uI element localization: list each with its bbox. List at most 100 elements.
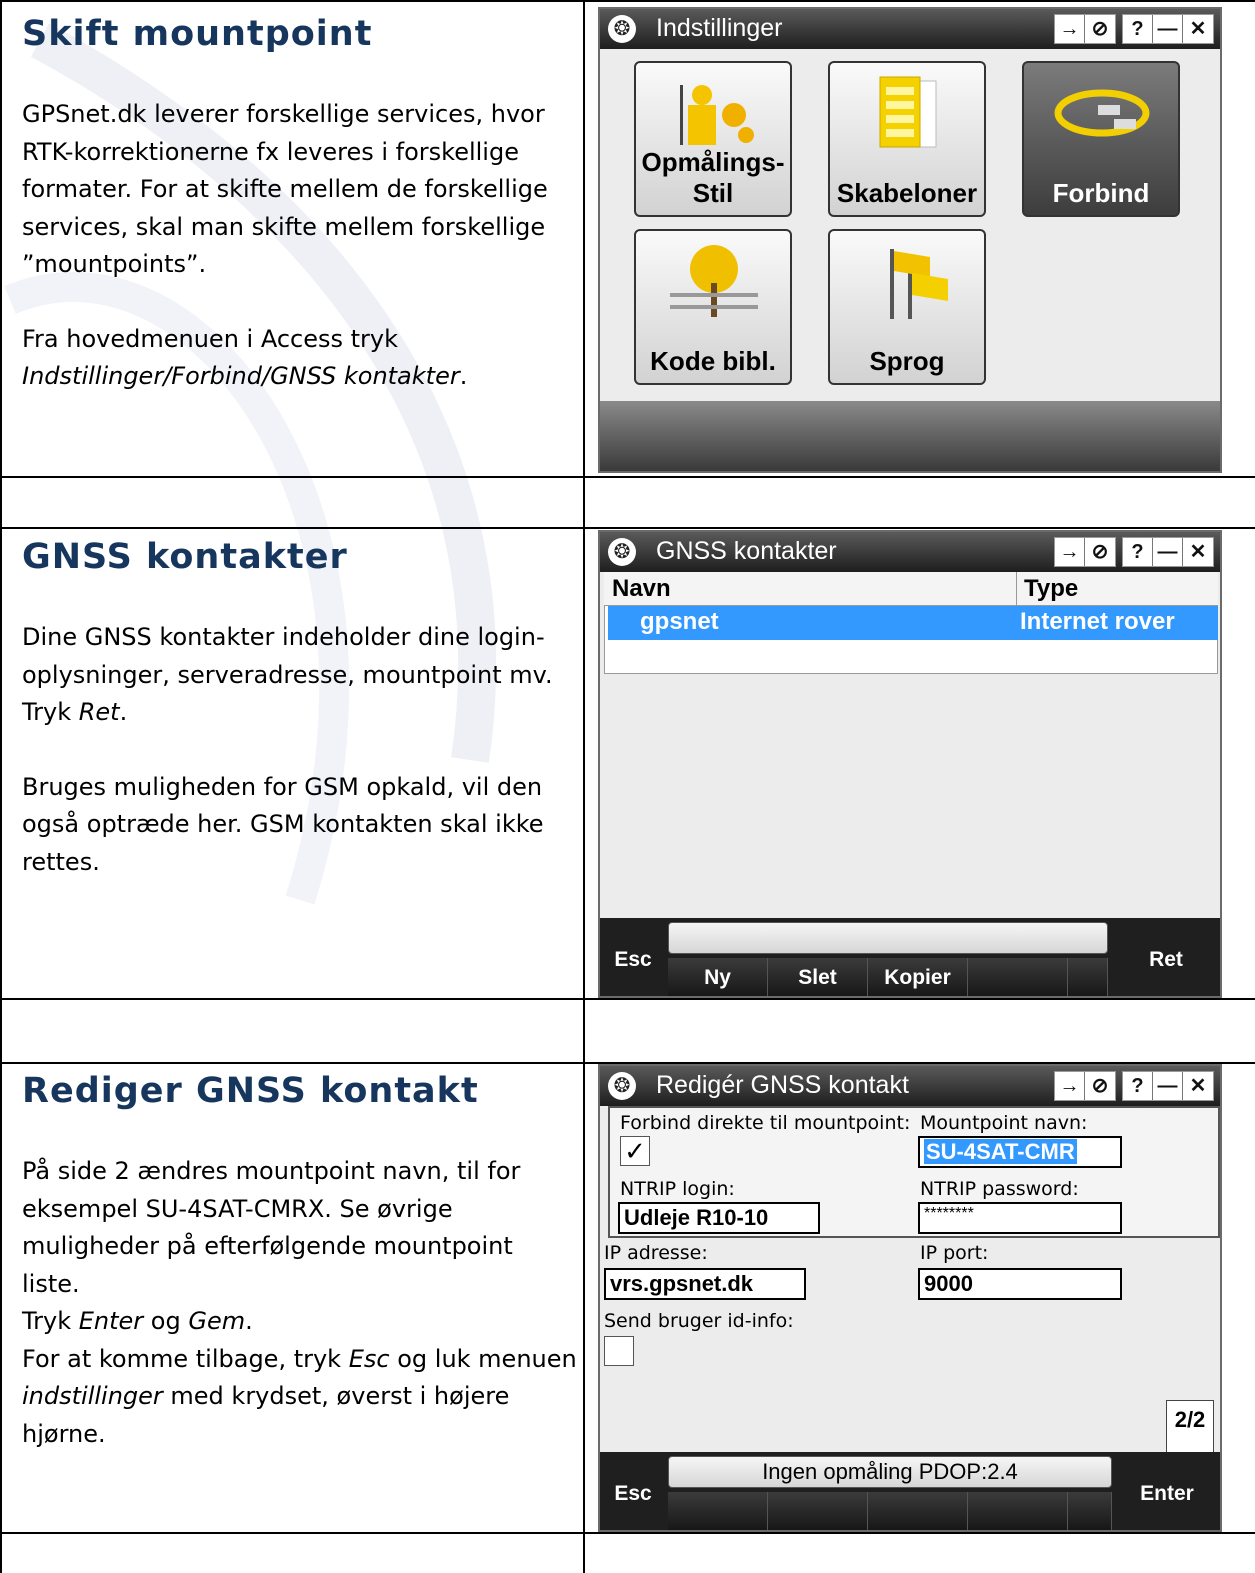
table-row-line — [0, 476, 1255, 478]
softkey-empty — [1068, 1492, 1112, 1530]
trimble-logo-icon: ❂ — [608, 1072, 636, 1100]
help-icon[interactable]: ? — [1123, 1072, 1153, 1100]
softkey-empty — [768, 1492, 868, 1530]
column-header-navn[interactable]: Navn — [612, 575, 671, 603]
direct-mountpoint-checkbox[interactable]: ✓ — [620, 1136, 650, 1166]
mountpoint-name-field[interactable]: SU-4SAT-CMR — [918, 1136, 1122, 1168]
section-paragraph: På side 2 ændres mountpoint navn, til fo… — [22, 1157, 521, 1298]
status-bar: Ingen opmåling PDOP:2.4 — [668, 1456, 1112, 1488]
menu-path: Indstillinger/Forbind/GNSS kontakter — [22, 362, 460, 390]
window-title: Redigér GNSS kontakt — [656, 1071, 909, 1099]
softkey-bar: Ingen opmåling PDOP:2.4 Esc Enter — [600, 1452, 1220, 1530]
section-paragraph: Fra hovedmenuen i Access tryk Indstillin… — [22, 324, 468, 391]
window-title: GNSS kontakter — [656, 537, 837, 565]
ip-address-field[interactable]: vrs.gpsnet.dk — [604, 1268, 806, 1300]
language-flags-icon — [890, 249, 948, 319]
tile-opmalings-stil[interactable]: Opmålings- Stil — [634, 61, 792, 217]
softkey-empty — [668, 1492, 768, 1530]
titlebar: ❂ GNSS kontakter → ⊘ ? — ✕ — [600, 532, 1220, 572]
ntrip-login-label: NTRIP login: — [620, 1178, 735, 1200]
table-border-left — [0, 0, 2, 1573]
switch-to-icon[interactable]: → — [1055, 1072, 1085, 1100]
minimize-icon[interactable]: — — [1153, 538, 1183, 566]
softkey-empty — [868, 1492, 968, 1530]
mountpoint-name-label: Mountpoint navn: — [920, 1112, 1088, 1134]
ret-button[interactable]: Ret — [1110, 948, 1220, 972]
softkey-bar: Esc Ny Slet Kopier Ret — [600, 918, 1220, 996]
section-paragraph: Tryk Enter og Gem. — [22, 1307, 253, 1335]
indstillinger-window: ❂ Indstillinger → ⊘ ? — ✕ Opmålings- Sti… — [598, 7, 1222, 473]
esc-button[interactable]: Esc — [600, 948, 666, 972]
switch-to-icon[interactable]: → — [1055, 15, 1085, 43]
favorites-icon[interactable]: ⊘ — [1085, 538, 1115, 566]
list-row-gpsnet[interactable]: gpsnet Internet rover — [608, 606, 1218, 640]
minimize-icon[interactable]: — — [1153, 1072, 1183, 1100]
switch-to-icon[interactable]: → — [1055, 538, 1085, 566]
ip-port-field[interactable]: 9000 — [918, 1268, 1122, 1300]
section-heading: Skift mountpoint — [22, 14, 373, 54]
window-title: Indstillinger — [656, 14, 783, 42]
favorites-icon[interactable]: ⊘ — [1085, 1072, 1115, 1100]
section-skift-mountpoint: Skift mountpoint GPSnet.dk leverer forsk… — [22, 14, 577, 396]
row-name: gpsnet — [640, 608, 719, 635]
status-bar — [668, 922, 1108, 954]
table-row-line — [0, 1532, 1255, 1534]
send-user-id-checkbox[interactable] — [604, 1336, 634, 1366]
enter-button[interactable]: Enter — [1112, 1482, 1220, 1506]
section-paragraph: Tryk Ret. — [22, 698, 128, 726]
close-icon[interactable]: ✕ — [1183, 538, 1213, 566]
section-paragraph: Dine GNSS kontakter indeholder dine logi… — [22, 623, 553, 689]
softkey-empty — [968, 958, 1068, 996]
table-divider-vertical — [583, 0, 585, 1573]
tile-label: Kode bibl. — [650, 346, 776, 376]
templates-icon — [879, 76, 937, 148]
minimize-icon[interactable]: — — [1153, 15, 1183, 43]
favorites-icon[interactable]: ⊘ — [1085, 15, 1115, 43]
titlebar-buttons: → ⊘ ? — ✕ — [1054, 14, 1214, 44]
softkey-slet[interactable]: Slet — [768, 958, 868, 996]
close-icon[interactable]: ✕ — [1183, 1072, 1213, 1100]
table-border-top — [0, 0, 1255, 2]
ip-port-label: IP port: — [920, 1242, 989, 1264]
section-heading: GNSS kontakter — [22, 537, 348, 577]
table-row-line — [0, 998, 1255, 1000]
titlebar: ❂ Indstillinger → ⊘ ? — ✕ — [600, 9, 1220, 49]
tile-skabeloner[interactable]: Skabeloner — [828, 61, 986, 217]
softkey-ny[interactable]: Ny — [668, 958, 768, 996]
tile-label: Stil — [692, 178, 734, 208]
tile-label: Forbind — [1052, 178, 1150, 208]
esc-button[interactable]: Esc — [600, 1482, 666, 1506]
section-paragraph: For at komme tilbage, tryk Esc og luk me… — [22, 1344, 577, 1448]
softkey-kopier[interactable]: Kopier — [868, 958, 968, 996]
tile-kode-bibl[interactable]: Kode bibl. — [634, 229, 792, 385]
tile-sprog[interactable]: Sprog — [828, 229, 986, 385]
titlebar-buttons: → ⊘ ? — ✕ — [1054, 537, 1214, 567]
titlebar-buttons: → ⊘ ? — ✕ — [1054, 1071, 1214, 1101]
gnss-kontakter-window: ❂ GNSS kontakter → ⊘ ? — ✕ Navn Type gps… — [598, 530, 1222, 998]
feature-library-tree-icon — [670, 245, 758, 317]
list-header: Navn Type — [604, 572, 1218, 606]
column-header-type[interactable]: Type — [1024, 575, 1078, 603]
tile-label: Opmålings- — [641, 147, 785, 177]
help-icon[interactable]: ? — [1123, 15, 1153, 43]
usb-cable-icon — [1054, 89, 1150, 137]
table-row-line — [0, 527, 1255, 529]
help-icon[interactable]: ? — [1123, 538, 1153, 566]
ntrip-login-field[interactable]: Udleje R10-10 — [618, 1202, 820, 1234]
ntrip-password-label: NTRIP password: — [920, 1178, 1079, 1200]
page-indicator-button[interactable]: 2/2 — [1166, 1400, 1214, 1454]
section-paragraph: GPSnet.dk leverer forskellige services, … — [22, 100, 548, 278]
softkey-empty — [1068, 958, 1108, 996]
titlebar: ❂ Redigér GNSS kontakt → ⊘ ? — ✕ — [600, 1066, 1220, 1106]
ntrip-password-field[interactable]: ******** — [918, 1202, 1122, 1234]
section-paragraph: Bruges muligheden for GSM opkald, vil de… — [22, 772, 544, 876]
survey-style-icon — [680, 85, 754, 145]
softkey-empty — [968, 1492, 1068, 1530]
close-icon[interactable]: ✕ — [1183, 15, 1213, 43]
tile-forbind[interactable]: Forbind — [1022, 61, 1180, 217]
window-footer — [600, 401, 1220, 471]
ip-address-label: IP adresse: — [604, 1242, 708, 1264]
direct-mountpoint-label: Forbind direkte til mountpoint: — [620, 1112, 911, 1134]
section-heading: Rediger GNSS kontakt — [22, 1071, 479, 1111]
trimble-logo-icon: ❂ — [608, 538, 636, 566]
